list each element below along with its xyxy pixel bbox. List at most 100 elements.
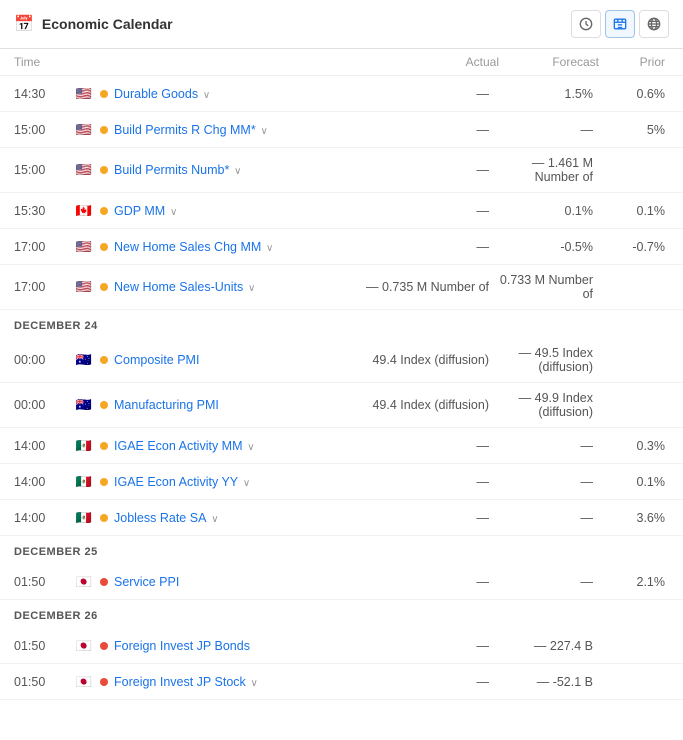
table-row: 14:00🇲🇽IGAE Econ Activity YY ∨——0.1% bbox=[0, 464, 683, 500]
country-flag: 🇲🇽 bbox=[74, 475, 94, 489]
event-name-cell: 🇲🇽 IGAE Econ Activity YY ∨ bbox=[74, 475, 359, 489]
event-label[interactable]: Build Permits Numb* ∨ bbox=[114, 163, 241, 177]
calendar-body: 14:30🇺🇸Durable Goods ∨—1.5%0.6%15:00🇺🇸Bu… bbox=[0, 76, 683, 700]
chevron-down-icon: ∨ bbox=[240, 478, 250, 489]
importance-dot bbox=[100, 90, 108, 98]
event-label[interactable]: Build Permits R Chg MM* ∨ bbox=[114, 123, 268, 137]
col-header-prior: Prior bbox=[599, 55, 669, 69]
table-row: 15:00🇺🇸Build Permits Numb* ∨—— 1.461 M N… bbox=[0, 148, 683, 193]
event-time: 17:00 bbox=[14, 280, 74, 294]
event-label[interactable]: New Home Sales-Units ∨ bbox=[114, 280, 255, 294]
event-forecast: — 1.461 M Number of bbox=[499, 156, 599, 184]
event-actual: — bbox=[359, 204, 499, 218]
globe-icon-button[interactable] bbox=[639, 10, 669, 38]
header-icon-group bbox=[571, 10, 669, 38]
event-prior: 5% bbox=[599, 123, 669, 137]
chevron-down-icon: ∨ bbox=[200, 90, 210, 101]
table-row: 01:50🇯🇵Foreign Invest JP Bonds—— 227.4 B bbox=[0, 628, 683, 664]
event-time: 01:50 bbox=[14, 575, 74, 589]
section-date-3: DECEMBER 26 bbox=[0, 600, 683, 628]
event-name-cell: 🇺🇸New Home Sales Chg MM ∨ bbox=[74, 240, 359, 254]
event-label[interactable]: Service PPI bbox=[114, 575, 179, 589]
event-time: 00:00 bbox=[14, 398, 74, 412]
table-row: 01:50🇯🇵Service PPI——2.1% bbox=[0, 564, 683, 600]
event-forecast: — bbox=[499, 439, 599, 453]
event-actual: — bbox=[359, 511, 499, 525]
event-time: 00:00 bbox=[14, 353, 74, 367]
event-prior: 0.6% bbox=[599, 87, 669, 101]
event-name-cell: 🇲🇽 IGAE Econ Activity MM ∨ bbox=[74, 439, 359, 453]
event-forecast: — bbox=[499, 511, 599, 525]
table-row: 14:00🇲🇽IGAE Econ Activity MM ∨——0.3% bbox=[0, 428, 683, 464]
event-actual: — 0.735 M Number of bbox=[359, 280, 499, 294]
event-name-cell: 🇦🇺 Composite PMI bbox=[74, 353, 359, 367]
event-actual: — bbox=[359, 87, 499, 101]
event-name-cell: 🇺🇸Build Permits Numb* ∨ bbox=[74, 163, 359, 177]
country-flag: 🇨🇦 bbox=[74, 204, 94, 218]
country-flag: 🇦🇺 bbox=[74, 353, 94, 367]
country-flag: 🇲🇽 bbox=[74, 511, 94, 525]
event-forecast: — bbox=[499, 575, 599, 589]
event-name-cell: 🇲🇽 Jobless Rate SA ∨ bbox=[74, 511, 359, 525]
col-header-actual: Actual bbox=[359, 55, 499, 69]
event-label[interactable]: New Home Sales Chg MM ∨ bbox=[114, 240, 273, 254]
chevron-down-icon: ∨ bbox=[245, 283, 255, 294]
col-header-name bbox=[74, 55, 359, 69]
clock-icon-button[interactable] bbox=[571, 10, 601, 38]
importance-dot bbox=[100, 578, 108, 586]
event-name-cell: 🇯🇵Service PPI bbox=[74, 575, 359, 589]
table-row: 15:30🇨🇦GDP MM ∨—0.1%0.1% bbox=[0, 193, 683, 229]
event-time: 14:00 bbox=[14, 511, 74, 525]
event-forecast: — bbox=[499, 123, 599, 137]
event-actual: — bbox=[359, 439, 499, 453]
event-name-cell: 🇺🇸Durable Goods ∨ bbox=[74, 87, 359, 101]
event-label[interactable]: Manufacturing PMI bbox=[114, 398, 219, 412]
event-time: 01:50 bbox=[14, 675, 74, 689]
event-name-cell: 🇯🇵Foreign Invest JP Bonds bbox=[74, 639, 359, 653]
table-row: 17:00🇺🇸New Home Sales Chg MM ∨—-0.5%-0.7… bbox=[0, 229, 683, 265]
event-time: 14:00 bbox=[14, 439, 74, 453]
event-name-cell: 🇦🇺 Manufacturing PMI bbox=[74, 398, 359, 412]
event-name-cell: 🇺🇸Build Permits R Chg MM* ∨ bbox=[74, 123, 359, 137]
event-label[interactable]: IGAE Econ Activity MM ∨ bbox=[114, 439, 255, 453]
event-time: 15:00 bbox=[14, 163, 74, 177]
importance-dot bbox=[100, 401, 108, 409]
col-header-time: Time bbox=[14, 55, 74, 69]
importance-dot bbox=[100, 356, 108, 364]
event-time: 17:00 bbox=[14, 240, 74, 254]
column-headers: Time Actual Forecast Prior bbox=[0, 49, 683, 76]
importance-dot bbox=[100, 283, 108, 291]
event-prior: 2.1% bbox=[599, 575, 669, 589]
event-label[interactable]: Jobless Rate SA ∨ bbox=[114, 511, 219, 525]
country-flag: 🇲🇽 bbox=[74, 439, 94, 453]
importance-dot bbox=[100, 243, 108, 251]
table-row: 15:00🇺🇸Build Permits R Chg MM* ∨——5% bbox=[0, 112, 683, 148]
event-label[interactable]: Composite PMI bbox=[114, 353, 199, 367]
chevron-down-icon: ∨ bbox=[231, 166, 241, 177]
event-forecast: — 49.9 Index (diffusion) bbox=[499, 391, 599, 419]
country-flag: 🇦🇺 bbox=[74, 398, 94, 412]
table-row: 14:00🇲🇽Jobless Rate SA ∨——3.6% bbox=[0, 500, 683, 536]
clock-icon bbox=[579, 17, 593, 31]
event-label[interactable]: Durable Goods ∨ bbox=[114, 87, 210, 101]
event-prior: 0.3% bbox=[599, 439, 669, 453]
event-forecast: — bbox=[499, 475, 599, 489]
table-row: 00:00🇦🇺 Composite PMI 49.4 Index (diffusio… bbox=[0, 338, 683, 383]
event-prior: -0.7% bbox=[599, 240, 669, 254]
event-actual: — bbox=[359, 675, 499, 689]
event-label[interactable]: IGAE Econ Activity YY ∨ bbox=[114, 475, 250, 489]
event-label[interactable]: Foreign Invest JP Stock ∨ bbox=[114, 675, 258, 689]
event-label[interactable]: GDP MM ∨ bbox=[114, 204, 177, 218]
chevron-down-icon: ∨ bbox=[263, 243, 273, 254]
event-time: 15:00 bbox=[14, 123, 74, 137]
chevron-down-icon: ∨ bbox=[167, 207, 177, 218]
chart-icon-button[interactable] bbox=[605, 10, 635, 38]
event-prior: 3.6% bbox=[599, 511, 669, 525]
importance-dot bbox=[100, 207, 108, 215]
table-row: 17:00🇺🇸New Home Sales-Units ∨— 0.735 M N… bbox=[0, 265, 683, 310]
event-forecast: 1.5% bbox=[499, 87, 599, 101]
app-title: Economic Calendar bbox=[42, 16, 173, 32]
event-label[interactable]: Foreign Invest JP Bonds bbox=[114, 639, 250, 653]
importance-dot bbox=[100, 478, 108, 486]
event-actual: 49.4 Index (diffusion) bbox=[359, 353, 499, 367]
